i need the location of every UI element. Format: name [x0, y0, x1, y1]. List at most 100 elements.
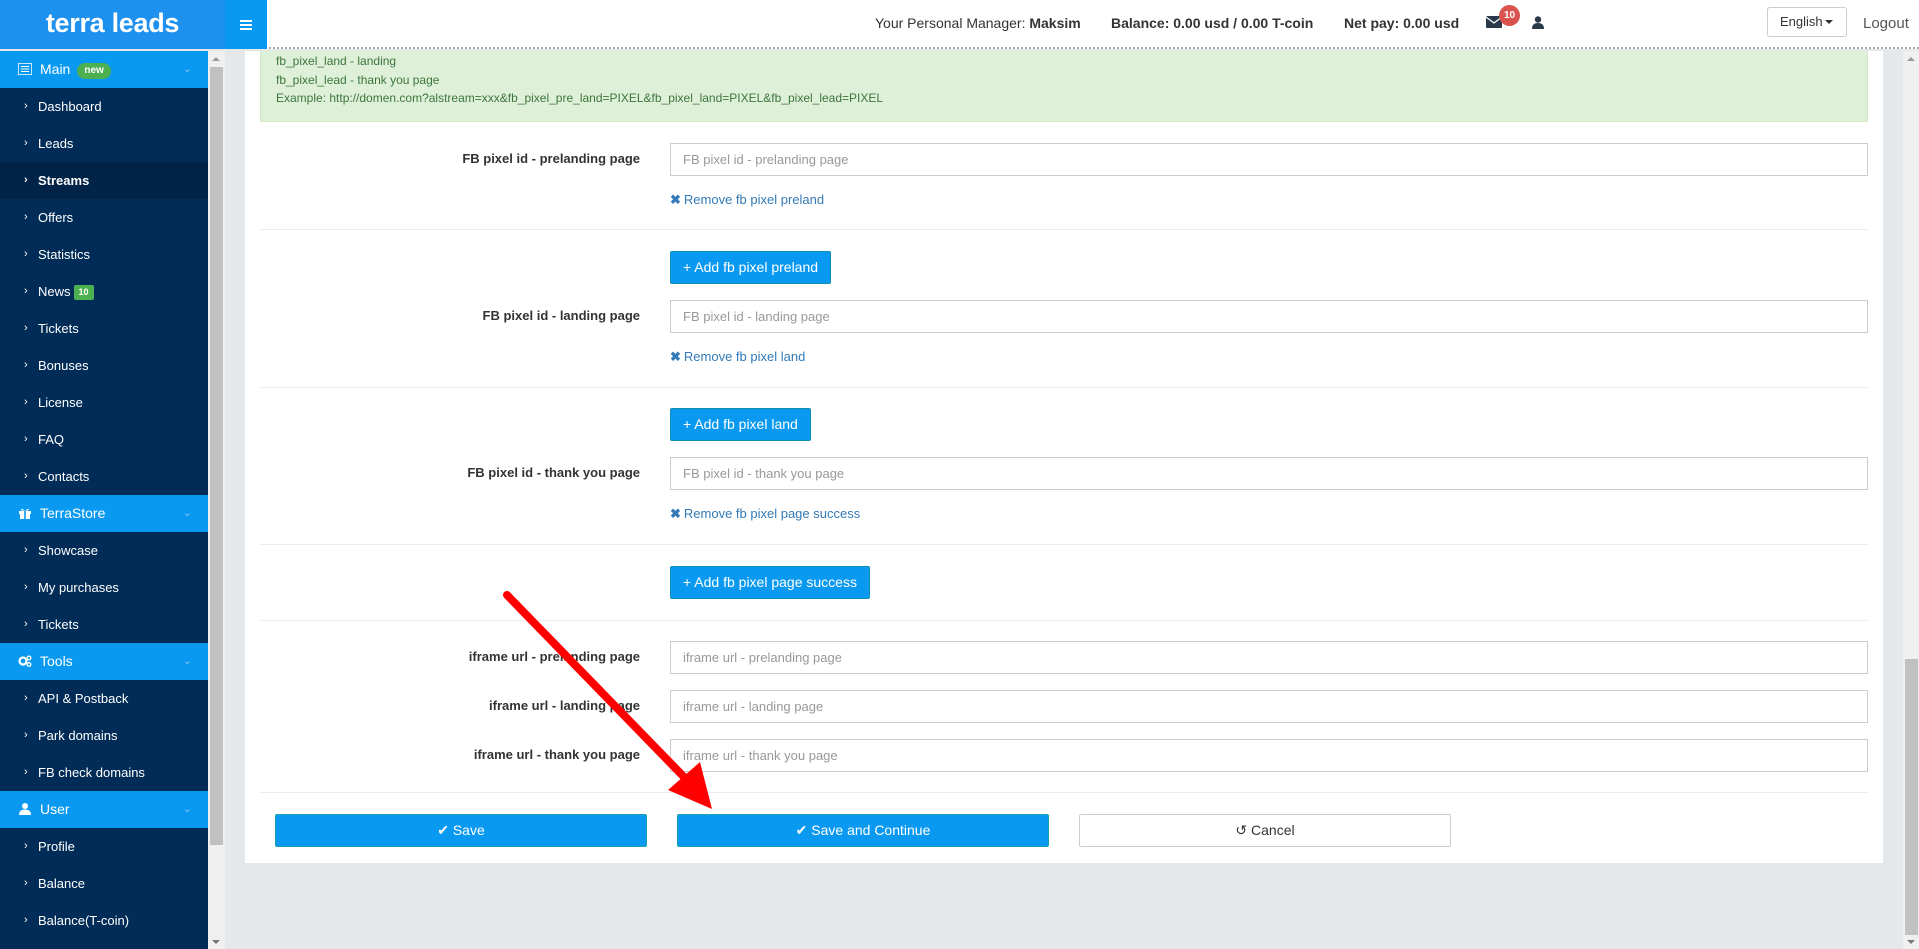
page-scroll-thumb[interactable]: [1905, 659, 1918, 935]
sidebar-section-tools[interactable]: Tools ⌄: [0, 643, 208, 680]
sidebar-item-api-postback[interactable]: › API & Postback: [0, 680, 208, 717]
row-divider: [260, 229, 1868, 230]
save-and-continue-button[interactable]: ✔ Save and Continue: [677, 814, 1049, 847]
save-label: Save: [452, 822, 485, 838]
sidebar-item-streams[interactable]: › Streams: [0, 162, 208, 199]
chevron-right-icon: ›: [24, 285, 28, 297]
chevron-right-icon: ›: [24, 766, 28, 778]
sidebar-item-dashboard[interactable]: › Dashboard: [0, 88, 208, 125]
sidebar-item-faq[interactable]: › FAQ: [0, 421, 208, 458]
chevron-double-down-icon: ⌄: [182, 803, 192, 815]
news-count-badge: 10: [73, 285, 94, 300]
chevron-right-icon: ›: [24, 211, 28, 223]
iframe-preland-input[interactable]: [670, 641, 1868, 674]
logo[interactable]: terra leads: [0, 0, 225, 49]
chevron-right-icon: ›: [24, 544, 28, 556]
pixel-success-label: FB pixel id - thank you page: [467, 465, 640, 480]
list-icon: [18, 63, 32, 75]
chevron-right-icon: ›: [24, 470, 28, 482]
chevron-right-icon: ›: [24, 877, 28, 889]
menu-toggle-button[interactable]: [225, 0, 267, 49]
sidebar-item-label: Leads: [38, 136, 74, 151]
chevron-double-down-icon: ⌄: [182, 507, 192, 519]
sidebar-item-bonuses[interactable]: › Bonuses: [0, 347, 208, 384]
add-pixel-land-button[interactable]: + Add fb pixel land: [670, 408, 811, 441]
user-icon[interactable]: [1532, 16, 1544, 29]
sidebar-item-label: API & Postback: [38, 691, 129, 706]
chevron-right-icon: ›: [24, 137, 28, 149]
scroll-down-arrow-icon[interactable]: [1907, 940, 1915, 944]
sidebar-item-fb-check-domains[interactable]: › FB check domains: [0, 754, 208, 791]
check-icon: ✔: [437, 822, 453, 838]
sidebar-item-showcase[interactable]: › Showcase: [0, 532, 208, 569]
balance-info: Balance: 0.00 usd / 0.00 T-coin: [1111, 15, 1314, 31]
iframe-success-input[interactable]: [670, 739, 1868, 772]
sidebar-item-label: Dashboard: [38, 99, 102, 114]
pixel-land-input[interactable]: [670, 300, 1868, 333]
sidebar-item-store-tickets[interactable]: › Tickets: [0, 606, 208, 643]
close-icon: ✖: [670, 506, 681, 521]
sidebar-item-label: Statistics: [38, 247, 91, 262]
language-value: English: [1780, 14, 1823, 29]
sidebar-item-label: FB check domains: [38, 765, 145, 780]
logout-link[interactable]: Logout: [1863, 0, 1909, 47]
stream-form-panel: fb_pixel_land - landing fb_pixel_lead - …: [245, 51, 1883, 863]
section-label: TerraStore: [40, 505, 106, 521]
cancel-button[interactable]: ↺ Cancel: [1079, 814, 1451, 847]
section-label: User: [40, 801, 70, 817]
sidebar-item-leads[interactable]: › Leads: [0, 125, 208, 162]
sidebar-item-news[interactable]: › News 10: [0, 273, 208, 310]
remove-pixel-success-link[interactable]: ✖ Remove fb pixel page success: [670, 506, 860, 522]
sidebar-item-tickets[interactable]: › Tickets: [0, 310, 208, 347]
sidebar-item-label: Balance(T-coin): [38, 913, 130, 928]
pixel-land-label: FB pixel id - landing page: [482, 308, 640, 323]
chevron-right-icon: ›: [24, 914, 28, 926]
section-label: Tools: [40, 653, 73, 669]
sidebar-scroll-thumb[interactable]: [210, 67, 223, 845]
save-continue-label: Save and Continue: [811, 822, 931, 838]
scroll-up-arrow-icon[interactable]: [1907, 57, 1915, 61]
add-pixel-preland-button[interactable]: + Add fb pixel preland: [670, 251, 832, 284]
sidebar-item-label: Tickets: [38, 617, 79, 632]
caret-down-icon: [1825, 20, 1833, 24]
sidebar-item-park-domains[interactable]: › Park domains: [0, 717, 208, 754]
gift-icon: [19, 508, 31, 519]
sidebar-item-contacts[interactable]: › Contacts: [0, 458, 208, 495]
check-icon: ✔: [795, 822, 812, 838]
remove-link-label: Remove fb pixel preland: [683, 192, 825, 207]
sidebar-scrollbar[interactable]: [208, 51, 225, 949]
remove-pixel-land-link[interactable]: ✖ Remove fb pixel land: [670, 349, 805, 365]
iframe-land-input[interactable]: [670, 690, 1868, 723]
scroll-down-arrow-icon[interactable]: [212, 940, 220, 944]
chevron-right-icon: ›: [24, 396, 28, 408]
save-button[interactable]: ✔ Save: [275, 814, 647, 847]
sidebar-item-balance-tcoin[interactable]: › Balance(T-coin): [0, 902, 208, 939]
iframe-preland-label: iframe url - prelanding page: [468, 649, 640, 664]
scroll-up-arrow-icon[interactable]: [212, 57, 220, 61]
chevron-double-down-icon: ⌄: [182, 655, 192, 667]
hamburger-icon: [240, 18, 252, 32]
sidebar-item-profile[interactable]: › Profile: [0, 828, 208, 865]
language-select[interactable]: English: [1767, 7, 1847, 37]
sidebar-item-license[interactable]: › License: [0, 384, 208, 421]
chevron-right-icon: ›: [24, 581, 28, 593]
sidebar-item-offers[interactable]: › Offers: [0, 199, 208, 236]
close-icon: ✖: [670, 192, 681, 207]
sidebar-item-statistics[interactable]: › Statistics: [0, 236, 208, 273]
add-pixel-success-button[interactable]: + Add fb pixel page success: [670, 566, 870, 599]
chevron-right-icon: ›: [24, 100, 28, 112]
sidebar-item-label: License: [38, 395, 83, 410]
undo-icon: ↺: [1235, 822, 1252, 838]
sidebar-section-main[interactable]: Main new ⌄: [0, 51, 208, 88]
pixel-preland-input[interactable]: [670, 143, 1868, 176]
personal-manager: Your Personal Manager: Maksim: [875, 0, 1081, 47]
sidebar-item-balance[interactable]: › Balance: [0, 865, 208, 902]
page-scrollbar[interactable]: [1903, 51, 1919, 949]
sidebar-section-user[interactable]: User ⌄: [0, 791, 208, 828]
sidebar-item-my-purchases[interactable]: › My purchases: [0, 569, 208, 606]
pixel-success-input[interactable]: [670, 457, 1868, 490]
row-divider: [260, 792, 1868, 793]
sidebar-section-terrastore[interactable]: TerraStore ⌄: [0, 495, 208, 532]
remove-pixel-preland-link[interactable]: ✖ Remove fb pixel preland: [670, 192, 824, 208]
chevron-right-icon: ›: [24, 248, 28, 260]
